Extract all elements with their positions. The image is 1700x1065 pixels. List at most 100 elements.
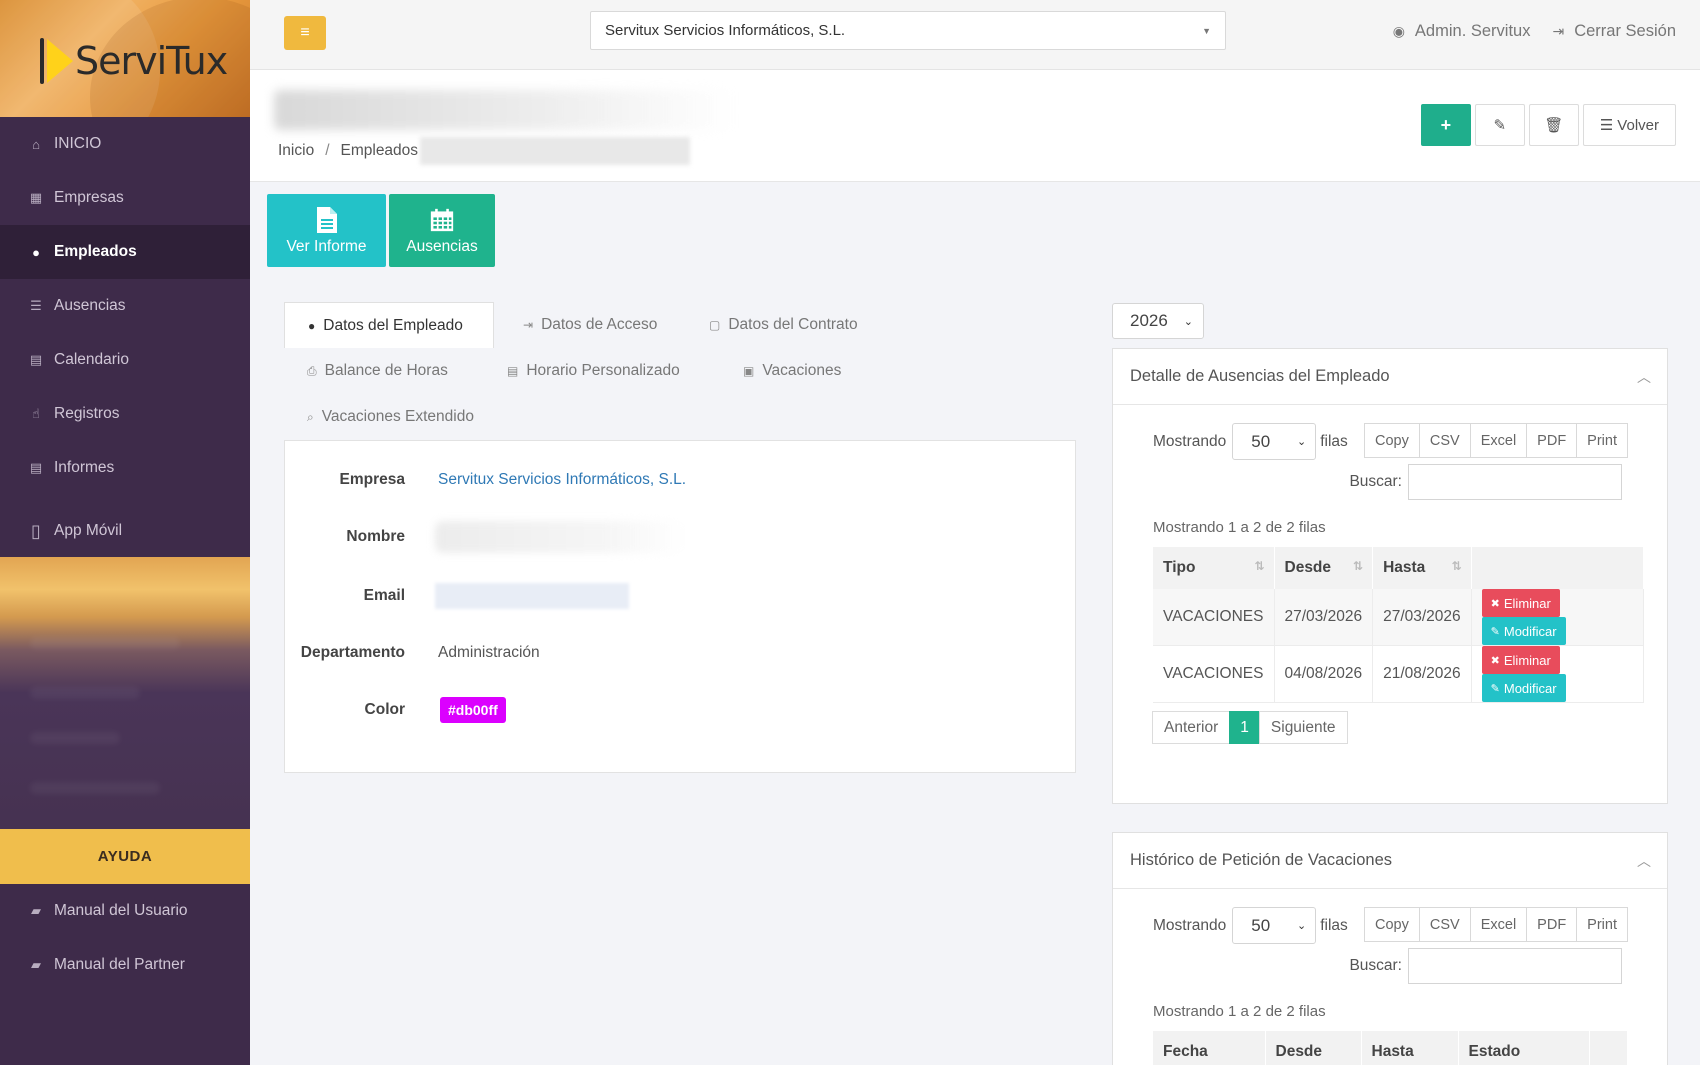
column-header-fecha[interactable]: Fecha <box>1153 1031 1266 1065</box>
logo-bar-shape <box>40 38 44 84</box>
edit-button[interactable]: ✎ <box>1474 104 1525 146</box>
print-button[interactable]: Print <box>1576 423 1628 458</box>
column-header-estado[interactable]: Estado <box>1458 1031 1590 1065</box>
sidebar-item-empleados[interactable]: ● Empleados <box>0 225 250 279</box>
tab-vacaciones-extendido[interactable]: ⌕ Vacaciones Extendido <box>284 394 497 440</box>
promo-blurred-text <box>30 732 120 744</box>
modify-absence-button[interactable]: ✎ Modificar <box>1481 674 1566 702</box>
modify-absence-button[interactable]: ✎ Modificar <box>1481 617 1566 645</box>
delete-absence-button[interactable]: ✖ Eliminar <box>1481 646 1560 674</box>
excel-button[interactable]: Excel <box>1469 423 1528 458</box>
times-icon: ✖ <box>1490 654 1500 667</box>
column-header-tipo[interactable]: Tipo ⇅ <box>1153 547 1275 589</box>
sidebar-item-calendario[interactable]: ▤ Calendario <box>0 333 250 387</box>
length-suffix: filas <box>1320 432 1348 450</box>
view-report-button[interactable]: Ver Informe <box>267 194 386 267</box>
sidebar-item-manual-partner[interactable]: ▰ Manual del Partner <box>0 938 250 992</box>
chevron-up-icon[interactable]: ︿ <box>1637 367 1651 387</box>
header-actions: + ✎ 🗑 ☰ Volver <box>1420 104 1676 146</box>
csv-button[interactable]: CSV <box>1418 423 1471 458</box>
column-header-desde[interactable]: Desde ⇅ <box>1274 547 1374 589</box>
page-length-select[interactable]: 50 ⌄ <box>1232 907 1317 944</box>
tab-label: Vacaciones <box>762 362 842 379</box>
user-links: ◉ Admin. Servitux ⇥ Cerrar Sesión <box>1393 22 1676 41</box>
search-input[interactable] <box>1408 464 1622 500</box>
print-button[interactable]: Print <box>1576 907 1628 942</box>
back-label: Volver <box>1617 116 1659 134</box>
delete-button[interactable]: 🗑 <box>1528 104 1579 146</box>
logout-link[interactable]: ⇥ Cerrar Sesión <box>1552 22 1676 41</box>
help-title: AYUDA <box>0 829 250 884</box>
sidebar-item-inicio[interactable]: ⌂ INICIO <box>0 117 250 171</box>
column-header-desde[interactable]: Desde <box>1265 1031 1362 1065</box>
breadcrumb-home[interactable]: Inicio <box>278 142 314 160</box>
back-button[interactable]: ☰ Volver <box>1582 104 1676 146</box>
field-email: Email <box>285 583 1075 609</box>
sidebar-item-registros[interactable]: ☝ Registros <box>0 387 250 441</box>
sidebar-item-label: Empleados <box>54 243 137 260</box>
chevron-down-icon: ⌄ <box>1183 315 1193 328</box>
add-button[interactable]: + <box>1420 104 1471 146</box>
page-button-current[interactable]: 1 <box>1229 711 1260 744</box>
sidebar-item-manual-usuario[interactable]: ▰ Manual del Usuario <box>0 884 250 938</box>
sidebar-item-empresas[interactable]: ▦ Empresas <box>0 171 250 225</box>
pdf-button[interactable]: PDF <box>1526 423 1578 458</box>
search-label: Buscar: <box>1349 957 1402 974</box>
next-page-button[interactable]: Siguiente <box>1258 711 1348 744</box>
button-label: Modificar <box>1503 623 1557 639</box>
promo-banner[interactable] <box>0 557 250 829</box>
tab-label: Horario Personalizado <box>526 362 680 379</box>
tab-horario-personalizado[interactable]: ▤ Horario Personalizado <box>484 348 703 394</box>
sort-icon: ⇅ <box>1353 559 1364 573</box>
view-report-label: Ver Informe <box>286 237 367 255</box>
copy-button[interactable]: Copy <box>1364 907 1420 942</box>
breadcrumb-section[interactable]: Empleados <box>341 142 419 160</box>
sidebar-item-ausencias[interactable]: ☰ Ausencias <box>0 279 250 333</box>
sidebar-item-informes[interactable]: ▤ Informes <box>0 441 250 495</box>
tab-label: Datos de Acceso <box>541 316 658 333</box>
field-label: Email <box>363 587 405 604</box>
cell-actions: ✖ Eliminar ✎ Modificar <box>1471 589 1645 646</box>
previous-page-button[interactable]: Anterior <box>1152 711 1231 744</box>
page-length-select[interactable]: 50 ⌄ <box>1232 423 1317 460</box>
company-select-value: Servitux Servicios Informáticos, S.L. <box>605 22 846 39</box>
tab-datos-contrato[interactable]: ▢ Datos del Contrato <box>686 302 881 348</box>
servitux-logo[interactable]: ServiTux <box>40 38 228 84</box>
logout-label: Cerrar Sesión <box>1574 22 1676 40</box>
tab-datos-empleado[interactable]: ● Datos del Empleado <box>284 302 494 348</box>
year-select[interactable]: 2026 ⌄ <box>1112 303 1204 339</box>
column-label: Estado <box>1468 1043 1521 1060</box>
column-header-hasta[interactable]: Hasta ⇅ <box>1372 547 1472 589</box>
company-select[interactable]: Servitux Servicios Informáticos, S.L. ▼ <box>590 11 1226 50</box>
csv-button[interactable]: CSV <box>1418 907 1471 942</box>
chevron-up-icon[interactable]: ︿ <box>1637 851 1651 871</box>
card-header[interactable]: Detalle de Ausencias del Empleado ︿ <box>1113 349 1667 405</box>
cell-desde: 27/03/2026 <box>1274 589 1374 646</box>
card-header[interactable]: Histórico de Petición de Vacaciones ︿ <box>1113 833 1667 889</box>
departamento-value: Administración <box>438 644 540 661</box>
copy-button[interactable]: Copy <box>1364 423 1420 458</box>
promo-blurred-text <box>30 782 160 794</box>
caret-down-icon: ▼ <box>1202 25 1211 36</box>
tab-datos-acceso[interactable]: ⇥ Datos de Acceso <box>500 302 680 348</box>
excel-button[interactable]: Excel <box>1469 907 1528 942</box>
search-input[interactable] <box>1408 948 1622 984</box>
delete-absence-button[interactable]: ✖ Eliminar <box>1481 589 1560 617</box>
pdf-button[interactable]: PDF <box>1526 907 1578 942</box>
menu-toggle-button[interactable]: ≡ <box>284 16 326 50</box>
cell-tipo: VACACIONES <box>1153 645 1275 703</box>
sidebar-item-label: Calendario <box>54 351 129 368</box>
empresa-link[interactable]: Servitux Servicios Informáticos, S.L. <box>438 471 686 489</box>
absences-button[interactable]: Ausencias <box>389 194 495 267</box>
color-badge: #db00ff <box>440 697 506 723</box>
length-control: Mostrando 50 ⌄ filas <box>1153 423 1348 460</box>
logo-text: ServiTux <box>75 39 228 83</box>
tab-vacaciones[interactable]: ▣ Vacaciones <box>720 348 864 394</box>
building-icon: ▦ <box>29 190 43 205</box>
sidebar-nav: ⌂ INICIO ▦ Empresas ● Empleados ☰ Ausenc… <box>0 117 250 567</box>
column-header-hasta[interactable]: Hasta <box>1361 1031 1459 1065</box>
search-label: Buscar: <box>1349 473 1402 490</box>
tab-balance-horas[interactable]: ⎙ Balance de Horas <box>284 348 471 394</box>
user-profile-link[interactable]: ◉ Admin. Servitux <box>1393 22 1531 41</box>
cell-tipo: VACACIONES <box>1153 589 1275 646</box>
